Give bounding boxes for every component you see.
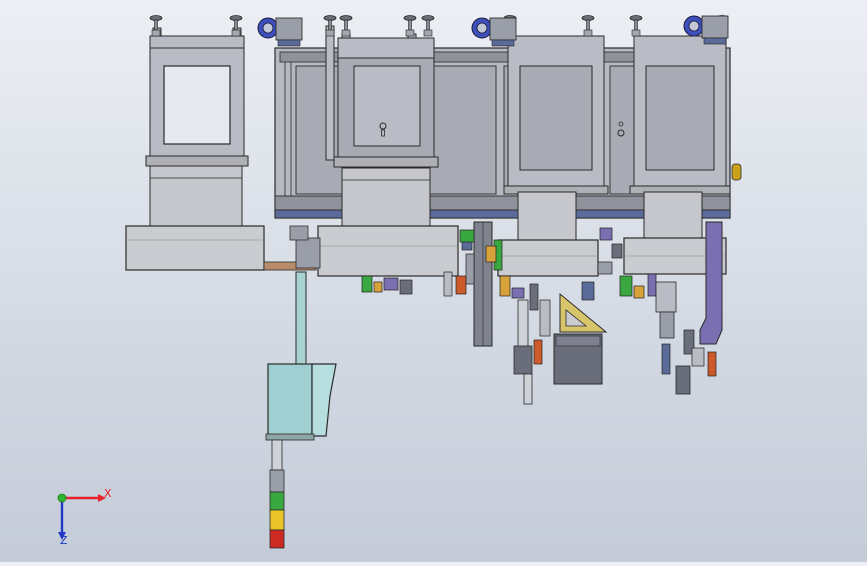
station-frame-2[interactable] [325, 25, 439, 168]
mechanical-part [529, 283, 539, 311]
mechanical-part [499, 275, 511, 297]
adjuster-knob-icon [581, 15, 595, 37]
mechanical-part [361, 275, 373, 293]
mechanical-part [443, 271, 453, 297]
control-box[interactable] [265, 363, 337, 441]
signal-tower-icon [269, 439, 285, 549]
adjuster-feet [149, 15, 729, 37]
dark-block [553, 333, 603, 385]
drum-1[interactable] [125, 165, 265, 271]
duct [295, 271, 307, 367]
knob-assembly [257, 17, 303, 47]
mechanical-part [611, 243, 623, 259]
axis-x-label: X [104, 487, 112, 500]
probe-assembly [513, 299, 533, 405]
mechanical-part [599, 227, 613, 241]
mechanical-part [581, 281, 595, 301]
mechanical-part [661, 343, 671, 375]
mechanical-part [691, 347, 705, 367]
mechanical-part [707, 351, 717, 377]
adjuster-knob-icon [149, 15, 163, 37]
mechanical-part [633, 285, 645, 299]
mechanical-part [465, 253, 475, 285]
station-frame-4[interactable] [629, 35, 731, 195]
mechanical-part [533, 339, 543, 365]
mechanical-part [511, 287, 525, 299]
mechanical-part [647, 273, 657, 297]
mechanical-part [459, 229, 475, 243]
mechanical-part [539, 299, 551, 337]
station-frame-1[interactable] [145, 27, 249, 167]
adjuster-knob-icon [403, 15, 417, 37]
station-frame-3[interactable] [503, 35, 609, 195]
machine-assembly-drawing: X Z [57, 15, 742, 549]
adjuster-knob-icon [339, 15, 353, 37]
coordinate-triad-icon: X Z [57, 487, 112, 547]
axis-z-label: Z [60, 534, 68, 547]
vertical-rail [473, 221, 493, 347]
adjuster-knob-icon [421, 15, 435, 37]
adjuster-knob-icon [229, 15, 243, 37]
cylinder-rod [263, 237, 321, 271]
mechanical-part [485, 245, 497, 263]
mechanical-part [455, 275, 467, 295]
knob-assembly [471, 17, 517, 47]
mechanical-part [289, 225, 309, 241]
cad-viewport[interactable]: X Z [0, 0, 867, 562]
mechanical-part [399, 279, 413, 295]
adjuster-knob-icon [629, 15, 643, 37]
mechanical-part [383, 277, 399, 291]
mechanical-part [619, 275, 633, 297]
mechanical-part [597, 261, 613, 275]
mechanical-part [373, 281, 383, 293]
